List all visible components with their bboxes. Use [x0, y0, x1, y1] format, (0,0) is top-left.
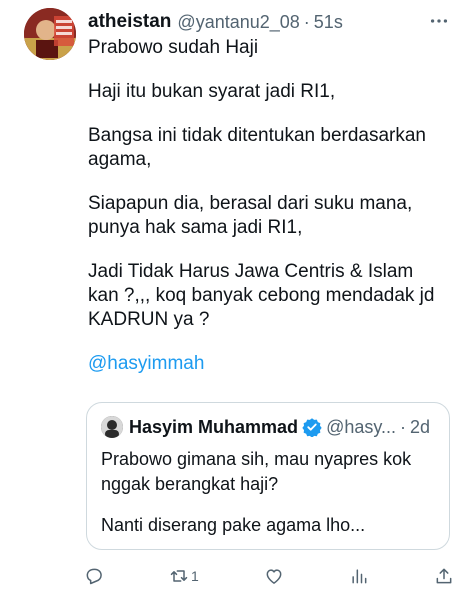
tweet-paragraph: Haji itu bukan syarat jadi RI1, — [88, 81, 336, 102]
author-display-name[interactable]: atheistan — [88, 11, 171, 33]
share-icon — [436, 568, 452, 584]
quoted-tweet[interactable]: Hasyim Muhammad @hasy... · 2d Prabowo gi… — [86, 402, 450, 550]
reply-button[interactable] — [84, 564, 104, 588]
action-bar: 1 — [84, 564, 454, 588]
quoted-separator-dot: · — [400, 416, 407, 437]
tweet-paragraph: Prabowo sudah Haji — [88, 37, 259, 58]
mention-link[interactable]: @hasyimmah — [88, 353, 204, 374]
like-button[interactable] — [264, 564, 284, 588]
tweet-paragraph: Bangsa ini tidak ditentukan berdasarkan … — [88, 125, 427, 170]
author-handle[interactable]: @yantanu2_08 — [177, 12, 299, 33]
separator-dot: · — [303, 11, 310, 32]
profile-photo-icon — [24, 8, 76, 60]
quoted-timestamp: 2d — [410, 416, 431, 437]
reply-icon — [86, 568, 102, 585]
tweet-paragraph: Jadi Tidak Harus Jawa Centris & Islam ka… — [88, 261, 435, 330]
tweet-paragraph: Siapapun dia, berasal dari suku mana, pu… — [88, 193, 413, 238]
tweet-timestamp[interactable]: 51s — [314, 12, 343, 33]
quoted-tweet-header: Hasyim Muhammad @hasy... · 2d — [101, 415, 439, 439]
tweet-header: atheistan @yantanu2_08 · 51s — [88, 10, 450, 34]
quoted-tweet-text: Prabowo gimana sih, mau nyapres kok ngga… — [101, 447, 431, 554]
tweet: atheistan @yantanu2_08 · 51s Prabowo sud… — [0, 0, 474, 599]
quoted-author-avatar — [101, 416, 123, 438]
more-options-icon[interactable] — [428, 10, 450, 32]
views-icon — [352, 569, 367, 584]
author-avatar[interactable] — [24, 8, 76, 60]
quoted-profile-photo-icon — [101, 416, 123, 438]
quoted-author-handle: @hasy... — [326, 416, 397, 437]
retweet-button[interactable]: 1 — [169, 564, 199, 588]
quoted-author-display-name: Hasyim Muhammad — [129, 416, 299, 437]
retweet-count: 1 — [191, 568, 199, 584]
retweet-icon — [170, 570, 188, 582]
verified-badge-icon — [302, 418, 322, 437]
quoted-paragraph: Prabowo gimana sih, mau nyapres kok ngga… — [101, 449, 412, 494]
like-icon — [266, 569, 282, 584]
quoted-paragraph: Nanti diserang pake agama lho... — [101, 515, 366, 535]
views-button[interactable] — [349, 564, 369, 588]
tweet-text: Prabowo sudah Haji Haji itu bukan syarat… — [88, 36, 458, 396]
share-button[interactable] — [434, 564, 454, 588]
